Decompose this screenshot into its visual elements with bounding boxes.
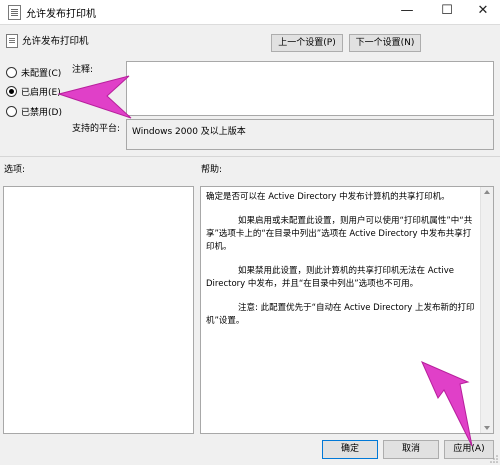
section-divider bbox=[0, 156, 500, 157]
policy-app-icon bbox=[8, 5, 21, 20]
next-setting-button[interactable]: 下一个设置(N) bbox=[349, 34, 421, 52]
help-paragraph-4: 注意: 此配置优先于“自动在 Active Directory 上发布新的打印机… bbox=[206, 303, 475, 326]
help-paragraph-3: 如果禁用此设置，则此计算机的共享打印机无法在 Active Directory … bbox=[206, 266, 454, 289]
scroll-down-arrow-icon[interactable] bbox=[484, 426, 490, 430]
help-scrollbar[interactable] bbox=[480, 187, 493, 433]
radio-enabled[interactable]: 已启用(E) bbox=[6, 85, 66, 99]
policy-title: 允许发布打印机 bbox=[22, 36, 89, 47]
maximize-button[interactable]: ☐ bbox=[432, 0, 462, 24]
ok-button[interactable]: 确定 bbox=[322, 440, 378, 459]
comment-textarea[interactable] bbox=[126, 61, 494, 116]
options-section-label: 选项: bbox=[4, 165, 26, 175]
resize-grip-icon[interactable] bbox=[489, 454, 499, 464]
radio-not-configured-label: 未配置(C) bbox=[21, 69, 62, 79]
help-text: 确定是否可以在 Active Directory 中发布计算机的共享打印机。 如… bbox=[206, 191, 476, 339]
policy-setting-icon bbox=[6, 34, 18, 48]
help-paragraph-1: 确定是否可以在 Active Directory 中发布计算机的共享打印机。 bbox=[206, 192, 450, 202]
title-bar: 允许发布打印机 — ☐ ✕ bbox=[0, 0, 500, 25]
cancel-button[interactable]: 取消 bbox=[383, 440, 439, 459]
comment-label: 注释: bbox=[72, 65, 94, 75]
close-button[interactable]: ✕ bbox=[468, 0, 498, 24]
radio-circle[interactable] bbox=[6, 67, 17, 78]
supported-platform-value: Windows 2000 及以上版本 bbox=[126, 119, 494, 150]
help-paragraph-2: 如果启用或未配置此设置，则用户可以使用“打印机属性”中“共享”选项卡上的“在目录… bbox=[206, 216, 473, 252]
help-pane: 确定是否可以在 Active Directory 中发布计算机的共享打印机。 如… bbox=[200, 186, 494, 434]
radio-circle[interactable] bbox=[6, 106, 17, 117]
options-pane bbox=[3, 186, 194, 434]
previous-setting-button[interactable]: 上一个设置(P) bbox=[271, 34, 343, 52]
apply-button[interactable]: 应用(A) bbox=[444, 440, 494, 459]
help-section-label: 帮助: bbox=[201, 165, 223, 175]
radio-not-configured[interactable]: 未配置(C) bbox=[6, 66, 66, 80]
radio-circle-checked[interactable] bbox=[6, 86, 17, 97]
annotation-arrow-enabled-icon bbox=[57, 75, 132, 119]
radio-enabled-label: 已启用(E) bbox=[21, 88, 61, 98]
radio-disabled[interactable]: 已禁用(D) bbox=[6, 105, 66, 119]
scroll-up-arrow-icon[interactable] bbox=[484, 190, 490, 194]
policy-header: 允许发布打印机 bbox=[0, 28, 500, 58]
radio-disabled-label: 已禁用(D) bbox=[21, 108, 62, 118]
window-title: 允许发布打印机 bbox=[26, 9, 96, 20]
supported-platform-label: 支持的平台: bbox=[72, 124, 121, 134]
minimize-button[interactable]: — bbox=[392, 0, 422, 24]
